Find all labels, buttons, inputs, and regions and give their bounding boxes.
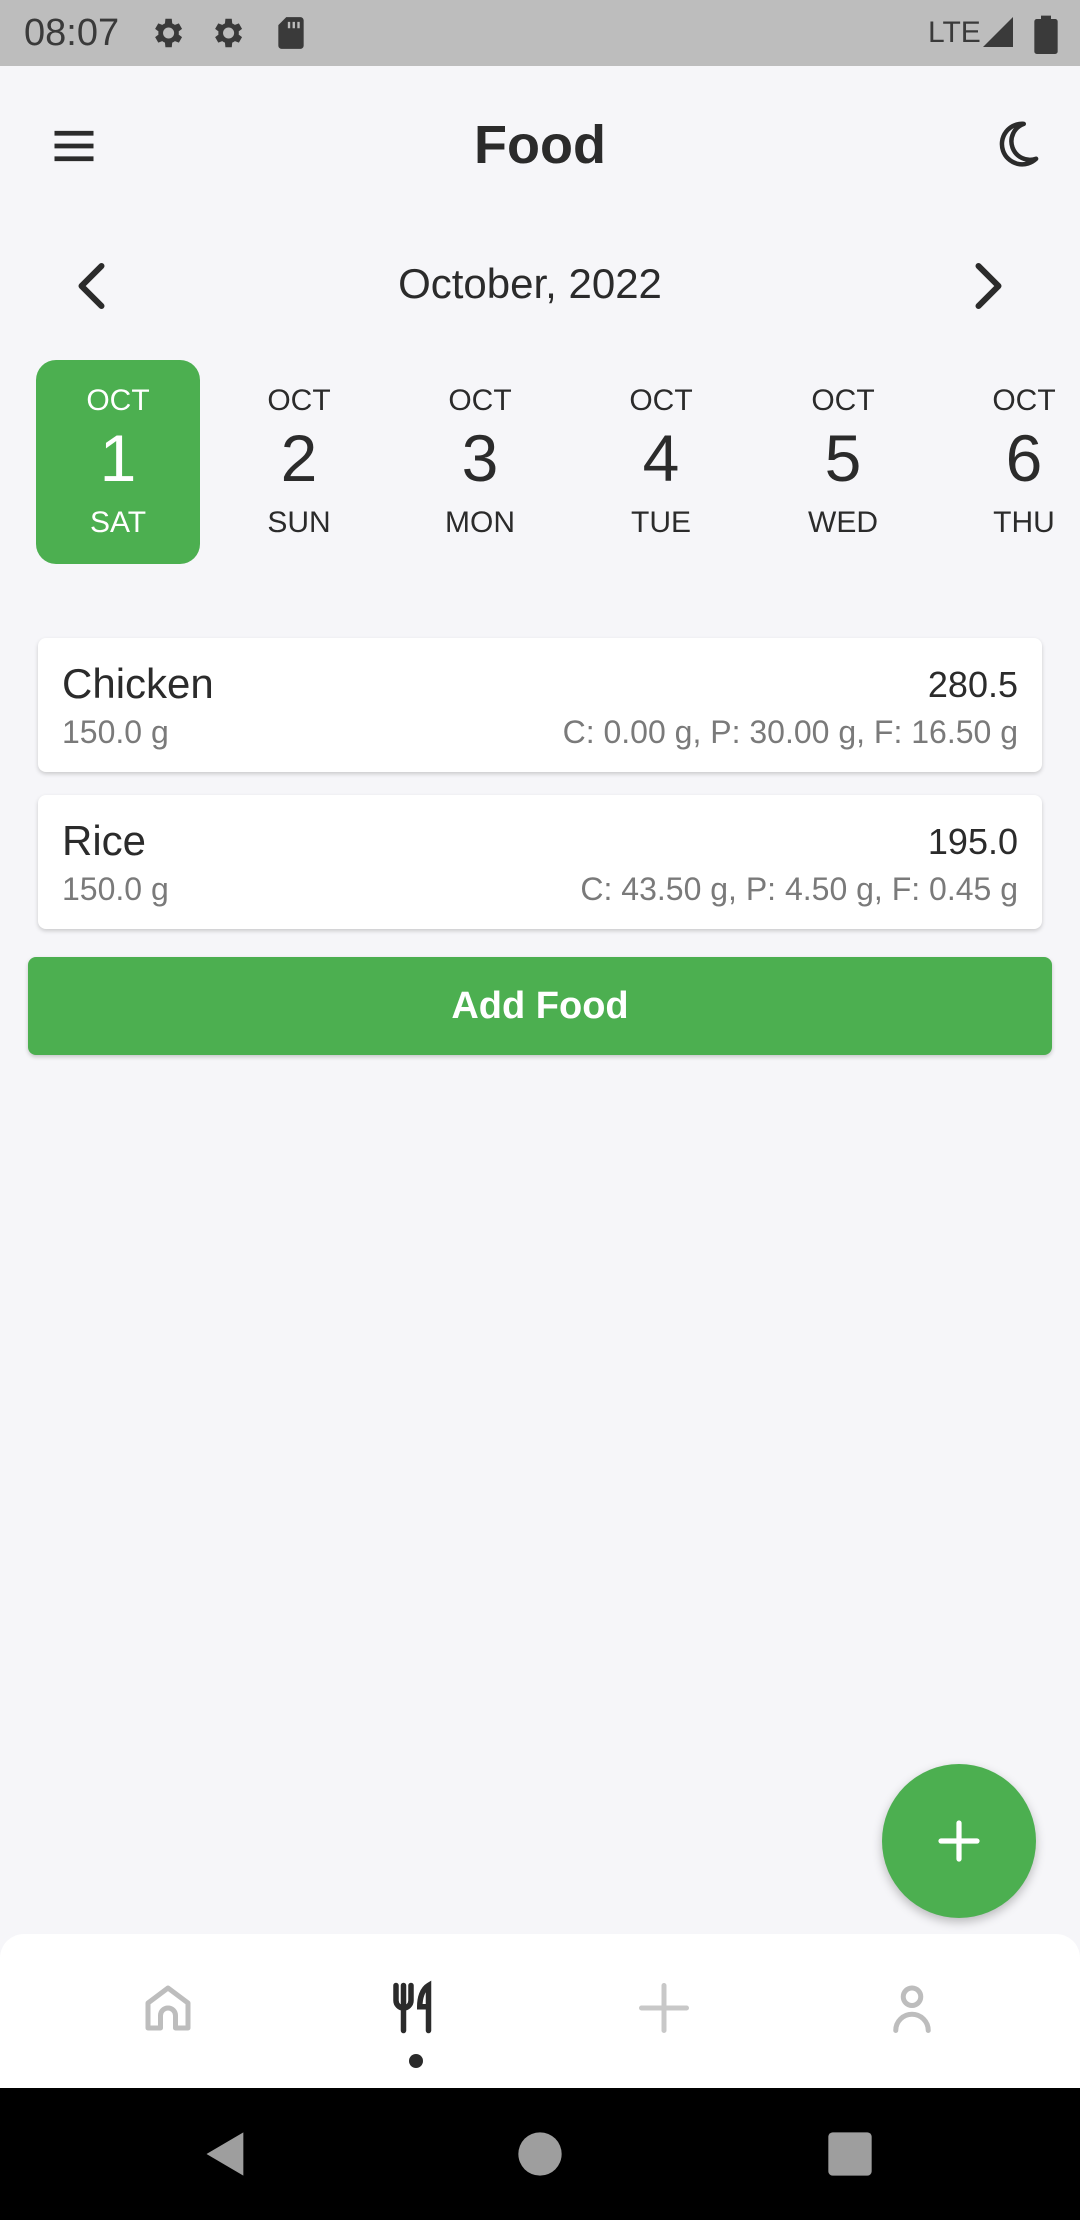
- day-weekday: MON: [445, 506, 515, 539]
- status-bar: 08:07 LTE: [0, 0, 1080, 66]
- day-weekday: TUE: [631, 506, 691, 539]
- food-icon[interactable]: [386, 1978, 446, 2038]
- food-name: Rice: [62, 817, 147, 864]
- day-number: 2: [280, 421, 318, 495]
- page-title: Food: [474, 115, 606, 175]
- day-number: 3: [461, 421, 499, 495]
- day-month: OCT: [267, 384, 331, 417]
- month-selector: October, 2022: [0, 248, 1080, 324]
- food-card[interactable]: Chicken 150.0 g 280.5 C: 0.00 g, P: 30.0…: [38, 638, 1042, 772]
- day-item-oct-6[interactable]: OCT 6 THU: [942, 360, 1080, 564]
- day-weekday: SUN: [267, 506, 331, 539]
- profile-icon[interactable]: [882, 1978, 942, 2038]
- home-button-icon[interactable]: [514, 2128, 566, 2180]
- day-number: 1: [99, 421, 137, 495]
- day-weekday: SAT: [89, 506, 147, 539]
- food-calories: 195.0: [927, 821, 1018, 862]
- day-item-oct-3[interactable]: OCT 3 MON: [398, 360, 562, 564]
- floating-add-button[interactable]: [882, 1764, 1036, 1918]
- recents-icon[interactable]: [824, 2128, 876, 2180]
- home-icon[interactable]: [138, 1978, 198, 2038]
- food-name: Chicken: [62, 660, 214, 707]
- add-icon[interactable]: [634, 1978, 694, 2038]
- day-number: 4: [642, 421, 680, 495]
- food-macros: C: 0.00 g, P: 30.00 g, F: 16.50 g: [562, 714, 1018, 750]
- day-strip: OCT 1 SAT OCT 2 SUN OCT 3 MON OCT 4 TUE …: [0, 360, 1080, 564]
- day-weekday: THU: [993, 506, 1055, 539]
- food-macros: C: 43.50 g, P: 4.50 g, F: 0.45 g: [580, 871, 1018, 907]
- month-label: October, 2022: [398, 260, 662, 307]
- day-number: 5: [824, 421, 862, 495]
- day-month: OCT: [992, 384, 1056, 417]
- active-indicator-dot: [409, 2054, 423, 2068]
- sd-card-icon: [278, 17, 304, 49]
- settings-icon: [155, 18, 183, 48]
- plus-icon: [938, 1820, 980, 1862]
- back-icon[interactable]: [200, 2128, 252, 2180]
- screen: 08:07 LTE Food October, 2022 OCT 1 SAT O…: [0, 0, 1080, 2220]
- day-month: OCT: [448, 384, 512, 417]
- top-app-bar: Food: [0, 66, 1080, 222]
- day-weekday: WED: [808, 506, 878, 539]
- food-weight: 150.0 g: [62, 714, 169, 750]
- food-calories: 280.5: [927, 664, 1018, 705]
- network-type: LTE: [928, 16, 981, 49]
- day-month: OCT: [629, 384, 693, 417]
- day-item-oct-1[interactable]: OCT 1 SAT: [36, 360, 200, 564]
- bottom-navigation: [0, 1934, 1080, 2088]
- day-item-oct-2[interactable]: OCT 2 SUN: [217, 360, 381, 564]
- day-item-oct-5[interactable]: OCT 5 WED: [761, 360, 925, 564]
- status-time: 08:07: [24, 12, 120, 54]
- battery-icon: [1034, 15, 1058, 54]
- moon-icon[interactable]: [990, 116, 1044, 170]
- add-food-button[interactable]: Add Food: [28, 957, 1052, 1055]
- day-month: OCT: [86, 384, 150, 417]
- day-number: 6: [1005, 421, 1043, 495]
- chevron-right-icon[interactable]: [956, 256, 1016, 316]
- signal-icon: [983, 17, 1013, 47]
- day-month: OCT: [811, 384, 875, 417]
- system-navigation-bar: [0, 2088, 1080, 2220]
- food-weight: 150.0 g: [62, 871, 169, 907]
- day-item-oct-4[interactable]: OCT 4 TUE: [579, 360, 743, 564]
- settings-icon: [215, 18, 243, 48]
- food-card[interactable]: Rice 150.0 g 195.0 C: 43.50 g, P: 4.50 g…: [38, 795, 1042, 929]
